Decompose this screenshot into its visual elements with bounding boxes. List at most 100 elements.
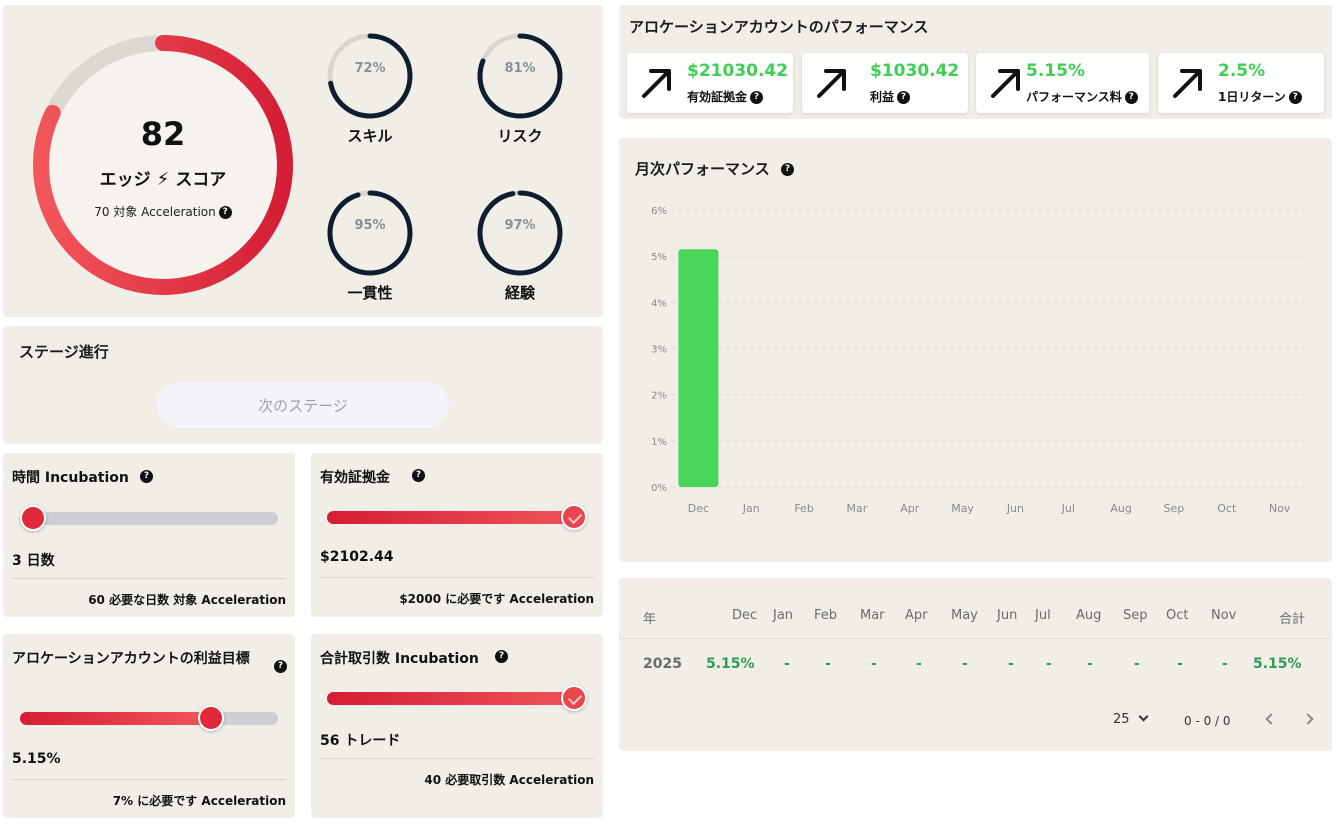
gauge-progress <box>477 190 563 276</box>
help-icon[interactable]: ? <box>140 470 153 483</box>
metric-profit-title: アロケーションアカウントの利益目標 <box>12 651 250 667</box>
metric-profit-value: 5.15% <box>12 751 61 767</box>
arrow-up-right-icon <box>642 69 671 98</box>
kpi-fee-value: 5.15% <box>1026 61 1085 81</box>
page-size-select[interactable]: 25 <box>1113 711 1149 727</box>
x-tick-label: May <box>951 502 974 515</box>
x-tick-label: Oct <box>1217 502 1237 515</box>
kpi-performance-fee: 5.15% パフォーマンス料? <box>976 53 1149 113</box>
metric-equity-footer: $2000 に必要です Acceleration <box>399 592 594 606</box>
table-cell: - <box>871 656 877 672</box>
metric-trades-progress-track <box>327 685 587 711</box>
gauge-consistency-label: 一貫性 <box>347 284 393 302</box>
column-header: Jan <box>773 608 794 623</box>
column-header: Jul <box>1035 608 1051 623</box>
help-icon[interactable]: ? <box>495 650 508 663</box>
gauge-skill: 72% スキル <box>320 31 420 146</box>
kpi-equity: $21030.42 有効証拠金? <box>627 53 793 113</box>
column-header: Feb <box>814 608 838 623</box>
monthly-returns-table: 年 Dec Jan Feb Mar Apr May Jun Jul Aug Sep Oct Nov 合計 … <box>619 578 1332 751</box>
kpi-daily-return-value: 2.5% <box>1218 61 1266 81</box>
gauge-experience: 97% 経験 <box>470 188 570 303</box>
x-tick-label: Jul <box>1061 502 1075 515</box>
metric-profit-footer: 7% に必要です Acceleration <box>112 794 286 808</box>
bar-dec <box>678 249 719 487</box>
kpi-equity-label: 有効証拠金? <box>687 88 764 105</box>
gauge-risk: 81% リスク <box>470 31 570 146</box>
edge-score-panel: 82 エッジ ⚡ スコア 70 対象 Acceleration? 72% スキル 8… <box>3 5 603 317</box>
gauge-skill-pct: 72% <box>354 61 386 76</box>
gauge-consistency: 95% 一貫性 <box>320 188 420 303</box>
metric-profit-progress-fill <box>20 712 211 725</box>
metric-trades-value: 56 トレード <box>320 733 401 749</box>
edge-score-value: 82 <box>140 115 186 153</box>
help-icon[interactable]: ? <box>218 206 232 219</box>
table-cell: - <box>1087 656 1093 672</box>
gauge-skill-ring <box>327 33 413 119</box>
kpi-daily-return: 2.5% 1日リターン? <box>1158 53 1324 113</box>
next-stage-button[interactable]: 次のステージ <box>157 382 449 428</box>
kpi-profit-value: $1030.42 <box>870 61 960 81</box>
metric-trades-title: 合計取引数 Incubation <box>320 651 479 667</box>
gauge-risk-ring <box>477 33 563 119</box>
kpi-equity-value: $21030.42 <box>687 61 789 81</box>
column-header: Mar <box>860 608 885 623</box>
x-tick-label: Jan <box>742 502 760 515</box>
divider <box>12 779 286 780</box>
help-icon[interactable]: ? <box>412 469 425 482</box>
kpi-profit-label-text: 利益 <box>870 90 895 104</box>
chevron-down-icon <box>1138 711 1149 722</box>
help-icon[interactable]: ? <box>780 163 794 176</box>
next-page-button[interactable] <box>1302 712 1314 727</box>
x-tick-label: Feb <box>794 502 813 515</box>
column-header: Nov <box>1211 608 1237 623</box>
lightning-icon: ⚡ <box>156 169 170 190</box>
gauge-experience-label: 経験 <box>504 284 535 302</box>
column-header: Sep <box>1123 608 1148 623</box>
edge-score-gauge: 82 エッジ ⚡ スコア 70 対象 Acceleration? <box>29 31 297 299</box>
table-cell: - <box>825 656 831 672</box>
divider <box>12 578 286 579</box>
stage-progress-panel: ステージ進行 次のステージ <box>3 326 603 444</box>
prev-page-button[interactable] <box>1265 712 1277 727</box>
kpi-fee-label: パフォーマンス料? <box>1026 88 1138 105</box>
column-header: Oct <box>1166 608 1189 623</box>
edge-score-target: 70 対象 Acceleration? <box>29 203 297 220</box>
table-cell: - <box>1008 656 1014 672</box>
metric-equity-complete-check-icon <box>561 504 587 530</box>
table-cell: - <box>1134 656 1140 672</box>
metric-time-progress-track <box>20 505 278 531</box>
help-icon[interactable]: ? <box>897 91 911 104</box>
edge-score-target-text: 70 対象 Acceleration <box>94 205 216 219</box>
y-tick-label: 3% <box>651 345 667 356</box>
column-header: Aug <box>1076 608 1102 623</box>
metric-card-profit-target: アロケーションアカウントの利益目標 ? 5.15% 7% に必要です Accel… <box>3 634 295 818</box>
arrow-up-right-icon <box>991 69 1020 98</box>
help-icon[interactable]: ? <box>750 91 764 104</box>
table-cell: - <box>916 656 922 672</box>
column-header: Dec <box>732 608 758 623</box>
table-cell: 5.15% <box>706 656 755 672</box>
column-header: Apr <box>905 608 928 623</box>
help-icon[interactable]: ? <box>1124 91 1138 104</box>
metric-equity-progress-fill <box>327 511 587 524</box>
divider <box>619 638 1332 639</box>
table-cell: - <box>1177 656 1183 672</box>
page-size-value: 25 <box>1113 712 1130 727</box>
help-icon[interactable]: ? <box>274 660 287 673</box>
divider <box>320 758 594 759</box>
chevron-left-icon <box>1265 713 1277 725</box>
gauge-consistency-pct: 95% <box>354 218 386 233</box>
kpi-daily-return-label: 1日リターン? <box>1218 88 1302 105</box>
y-tick-label: 6% <box>651 206 667 217</box>
help-icon[interactable]: ? <box>1288 91 1302 104</box>
x-tick-label: Mar <box>847 502 868 515</box>
chevron-right-icon <box>1302 713 1314 725</box>
metric-equity-progress-track <box>327 504 587 530</box>
column-header: Jun <box>997 608 1018 623</box>
metric-equity-title: 有効証拠金 <box>320 470 390 486</box>
edge-score-label-left: エッジ <box>99 170 151 190</box>
y-tick-label: 4% <box>651 298 667 309</box>
column-header: May <box>951 608 978 623</box>
x-tick-label: Dec <box>688 502 709 515</box>
